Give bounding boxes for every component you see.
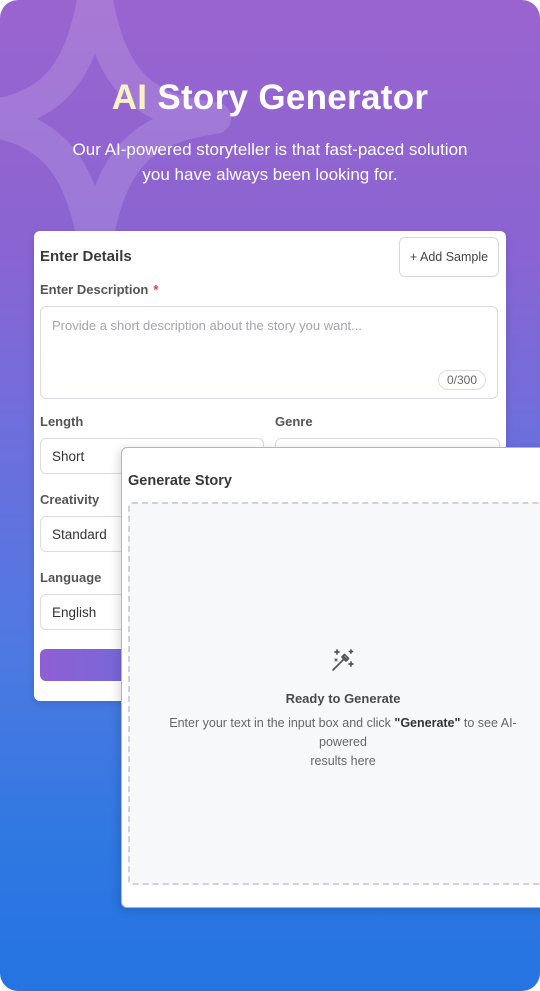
description-textarea[interactable]: Provide a short description about the st… [40,306,498,399]
description-label-text: Enter Description [40,282,149,297]
character-counter: 0/300 [437,370,486,390]
length-label: Length [40,414,84,429]
decorative-star-shape [0,0,231,266]
language-select-value: English [52,604,97,620]
genre-label: Genre [275,414,313,429]
result-placeholder-area: Ready to Generate Enter your text in the… [128,502,540,885]
description-label: Enter Description * [40,282,158,297]
creativity-select-value: Standard [52,526,107,542]
details-heading: Enter Details [40,248,132,265]
required-mark: * [153,282,159,297]
page-title: AI Story Generator [0,78,540,118]
generate-story-card: Generate Story Ready to Generate Enter y… [121,447,540,908]
app-page: AI Story Generator Our AI-powered storyt… [0,0,540,991]
desc-generate-keyword: "Generate" [394,716,461,730]
add-sample-button[interactable]: + Add Sample [399,237,499,277]
length-select-value: Short [52,448,85,464]
title-text: Story Generator [157,78,429,117]
language-label: Language [40,570,102,585]
page-subtitle: Our AI-powered storyteller is that fast-… [72,140,468,184]
description-placeholder: Provide a short description about the st… [52,318,363,333]
ready-description: Enter your text in the input box and cli… [160,714,526,771]
title-accent: AI [111,78,148,117]
generate-heading: Generate Story [128,473,232,489]
creativity-label: Creativity [40,492,100,507]
ready-title: Ready to Generate [285,691,401,706]
desc-prefix: Enter your text in the input box and cli… [169,716,395,730]
magic-wand-icon [332,649,354,671]
desc-line2: results here [310,754,376,768]
